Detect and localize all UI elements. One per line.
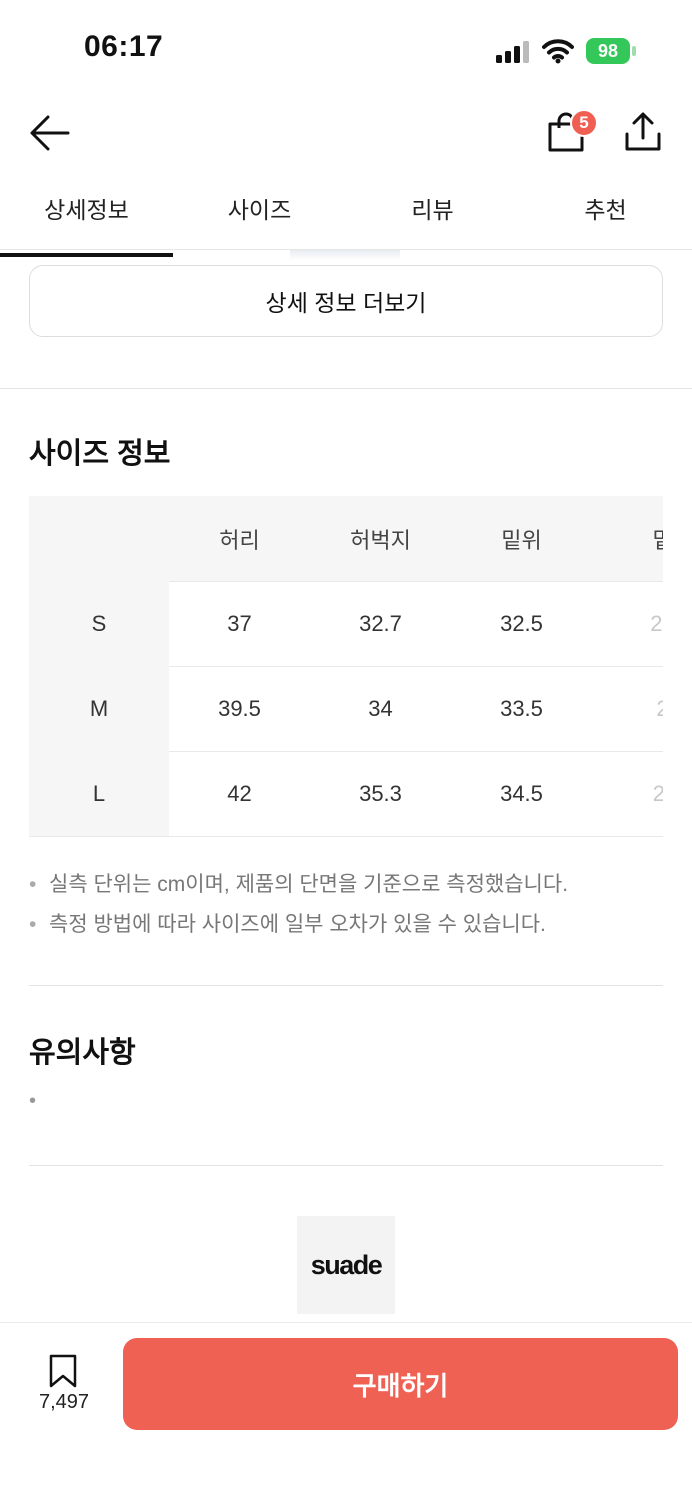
table-cell: 37 — [227, 610, 252, 636]
more-details-button[interactable]: 상세 정보 더보기 — [29, 265, 663, 337]
share-icon[interactable] — [624, 112, 662, 152]
battery-level: 98 — [586, 38, 630, 64]
size-table[interactable]: 허리 허벅지 밑위 밑 S 37 32.7 32.5 24 M 39.5 34 … — [29, 496, 663, 837]
section-divider — [29, 985, 663, 986]
caution-title: 유의사항 — [29, 1037, 136, 1069]
size-info-title: 사이즈 정보 — [29, 438, 171, 470]
table-cell: 2 — [656, 695, 663, 721]
table-header-cell: 허리 — [219, 527, 260, 553]
table-cell: 33.5 — [500, 695, 543, 721]
size-label: M — [29, 666, 169, 751]
product-image-edge — [290, 250, 400, 260]
table-row: M 39.5 34 33.5 2 — [29, 666, 663, 752]
status-time: 06:17 — [84, 30, 164, 63]
brand-logo[interactable]: suade — [297, 1216, 395, 1314]
size-label: S — [29, 581, 169, 666]
battery-nub — [632, 46, 636, 56]
tab-reviews[interactable]: 리뷰 — [346, 190, 519, 248]
cellular-signal-icon — [496, 41, 529, 63]
buy-button[interactable]: 구매하기 — [123, 1338, 678, 1430]
table-header-cell — [29, 496, 169, 581]
tab-size[interactable]: 사이즈 — [173, 190, 346, 248]
table-cell: 39.5 — [218, 695, 261, 721]
size-note: • 실측 단위는 cm이며, 제품의 단면을 기준으로 측정했습니다. — [29, 865, 669, 905]
table-cell: 24 — [650, 610, 663, 636]
caution-bullet: • — [29, 1090, 37, 1112]
size-note-text: 실측 단위는 cm이며, 제품의 단면을 기준으로 측정했습니다. — [49, 873, 569, 896]
size-note-text: 측정 방법에 따라 사이즈에 일부 오차가 있을 수 있습니다. — [49, 913, 546, 936]
wifi-icon — [542, 39, 574, 64]
table-cell: 32.7 — [359, 610, 402, 636]
table-cell: 34.5 — [500, 780, 543, 806]
size-note: • 측정 방법에 따라 사이즈에 일부 오차가 있을 수 있습니다. — [29, 905, 669, 945]
table-header-cell: 밑위 — [501, 527, 542, 553]
table-cell: 2( — [652, 780, 663, 806]
table-cell: 32.5 — [500, 610, 543, 636]
table-row: L 42 35.3 34.5 2( — [29, 751, 663, 837]
table-cell: 35.3 — [359, 780, 402, 806]
size-notes: • 실측 단위는 cm이며, 제품의 단면을 기준으로 측정했습니다. • 측정 방… — [29, 865, 669, 945]
bookmark-icon[interactable] — [48, 1354, 78, 1388]
table-header-cell: 허벅지 — [350, 527, 411, 553]
tab-details[interactable]: 상세정보 — [0, 190, 173, 257]
battery-indicator: 98 — [586, 38, 636, 64]
back-arrow-icon[interactable] — [28, 114, 70, 152]
tab-bar: 상세정보 사이즈 리뷰 추천 — [0, 190, 692, 257]
cart-count-badge: 5 — [570, 109, 598, 137]
section-divider — [0, 388, 692, 389]
section-divider — [29, 1165, 663, 1166]
tab-recommend[interactable]: 추천 — [519, 190, 692, 248]
table-header-cell: 밑 — [652, 527, 663, 553]
size-label: L — [29, 751, 169, 836]
table-cell: 34 — [368, 695, 393, 721]
table-row: S 37 32.7 32.5 24 — [29, 581, 663, 667]
table-header-row: 허리 허벅지 밑위 밑 — [29, 496, 663, 582]
table-cell: 42 — [227, 780, 252, 806]
bookmark-count: 7,497 — [38, 1391, 90, 1413]
